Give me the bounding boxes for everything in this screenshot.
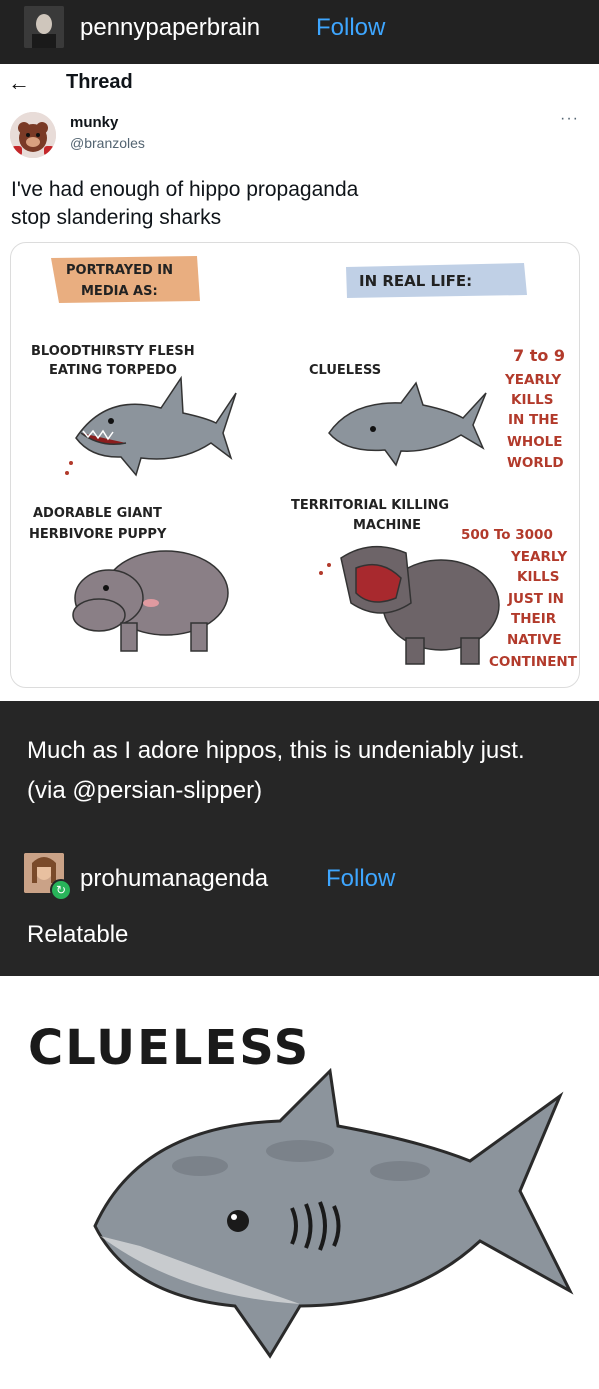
shark-stat-line: YEARLY (504, 372, 561, 388)
clueless-shark-illustration (328, 381, 487, 467)
hippo-media-label: ADORABLE GIANT (33, 506, 162, 521)
hippo-stat-line: KILLS (517, 569, 559, 585)
post-caption: Much as I adore hippos, this is undeniab… (27, 737, 525, 804)
tweet-author-handle[interactable]: @branzoles (70, 135, 145, 151)
hippo-real-label: TERRITORIAL KILLING (291, 498, 449, 513)
shark-stat-line: KILLS (511, 392, 553, 408)
tweet-card: ← Thread munky @branzoles ··· I've had e… (0, 64, 599, 701)
clueless-shark-drawing: CLUELESS (28, 1020, 574, 1359)
shark-stat-line: WHOLE (507, 434, 563, 450)
shark-stat-line: WORLD (507, 455, 564, 471)
reblog-follow-button[interactable]: Follow (326, 865, 395, 893)
follow-button[interactable]: Follow (316, 14, 385, 42)
shark-stat-line: IN THE (508, 412, 559, 428)
clueless-label: CLUELESS (28, 1020, 310, 1076)
shark-real-label: CLUELESS (309, 363, 381, 378)
hippo-stat-line: THEIR (511, 611, 557, 627)
angry-shark-illustration (65, 375, 237, 477)
post-caption-section: Much as I adore hippos, this is undeniab… (0, 701, 599, 831)
comic-drawing: PORTRAYED IN MEDIA AS: IN REAL LIFE: BLO… (29, 256, 578, 670)
hippo-stat-line: JUST IN (507, 591, 564, 607)
tweet-text-line: stop slandering sharks (11, 206, 222, 229)
hippo-real-label: MACHINE (353, 518, 421, 533)
more-icon[interactable]: ··· (560, 110, 579, 128)
reblog-comment: Relatable (27, 921, 129, 948)
tweet-text-line: I've had enough of hippo propaganda (11, 178, 359, 201)
tweet-author-avatar[interactable] (10, 112, 56, 158)
comic-header-right: IN REAL LIFE: (359, 272, 472, 290)
back-arrow-icon[interactable]: ← (8, 70, 30, 96)
hippo-stat-line: YEARLY (510, 549, 567, 565)
reblogger-username[interactable]: prohumanagenda (80, 865, 268, 893)
comic-image: PORTRAYED IN MEDIA AS: IN REAL LIFE: BLO… (10, 242, 580, 688)
hippo-stat-line: 500 To 3000 (461, 527, 553, 543)
hippo-stat-line: NATIVE (507, 632, 562, 648)
reblog-icon: ↻ (50, 879, 72, 901)
shark-media-label: EATING TORPEDO (49, 363, 177, 378)
thread-title: Thread (66, 71, 133, 93)
clueless-shark-image: CLUELESS (0, 976, 599, 1389)
shark-stat-line: 7 to 9 (513, 346, 565, 365)
reblog-section: ↻ prohumanagenda Follow Relatable (0, 831, 599, 976)
blogger-avatar[interactable] (24, 6, 64, 48)
angry-hippo-illustration (319, 545, 500, 665)
tweet-text: I've had enough of hippo propaganda stop… (11, 176, 571, 232)
post-header: pennypaperbrain Follow (0, 0, 599, 64)
blog-username[interactable]: pennypaperbrain (80, 14, 260, 42)
hippo-media-label: HERBIVORE PUPPY (29, 527, 167, 542)
cute-hippo-illustration (72, 550, 229, 652)
tweet-author-name[interactable]: munky (70, 114, 118, 131)
comic-header-left-line: MEDIA AS: (81, 284, 158, 299)
hippo-stat-line: CONTINENT (489, 654, 578, 670)
shark-media-label: BLOODTHIRSTY FLESH (31, 344, 195, 359)
comic-header-left-line: PORTRAYED IN (66, 263, 173, 278)
